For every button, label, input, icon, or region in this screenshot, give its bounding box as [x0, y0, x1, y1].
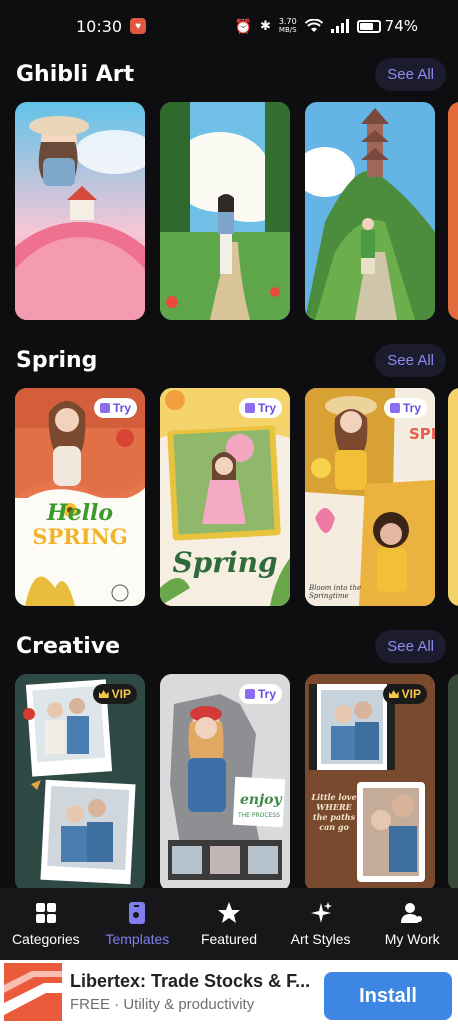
section-spring: Spring See All Hello SPRING Try Spring T… — [0, 340, 458, 606]
nav-item-art-styles[interactable]: Art Styles — [275, 888, 367, 960]
crown-icon — [98, 690, 109, 698]
template-thumbnail — [305, 102, 435, 320]
template-thumbnail — [15, 388, 145, 606]
template-card[interactable]: SPRING Bloom into the Springtime Try — [305, 388, 435, 606]
battery-indicator: 74% — [356, 17, 418, 35]
try-badge: Try — [238, 684, 282, 704]
wifi-icon — [304, 19, 323, 32]
battery-icon — [356, 19, 381, 33]
badge-label: VIP — [401, 687, 421, 701]
ad-banner[interactable]: Libertex: Trade Stocks & F... FREE · Uti… — [0, 960, 458, 1024]
card-carousel[interactable]: Hello SPRING Try Spring Try SP Bloom int… — [0, 388, 458, 606]
nav-item-categories[interactable]: Categories — [0, 888, 92, 960]
try-badge: Try — [238, 398, 282, 418]
heart-notification-icon: ♥ — [130, 18, 147, 34]
gift-icon — [389, 403, 400, 413]
card-caption: Little love WHERE the paths can go — [311, 792, 357, 832]
gift-icon — [99, 403, 110, 413]
template-card-peek[interactable] — [448, 102, 458, 320]
nav-label: Templates — [105, 931, 170, 947]
section-header: Ghibli Art See All — [0, 54, 458, 94]
section-title: Spring — [16, 347, 98, 373]
user-icon — [401, 903, 423, 923]
template-card[interactable] — [305, 102, 435, 320]
try-badge: Try — [383, 398, 427, 418]
status-icons: ⏰ ✱ 3.70 MB/S 74% — [235, 17, 419, 35]
section-header: Creative See All — [0, 626, 458, 666]
card-headline-top: Hello — [46, 500, 114, 526]
net-speed-value: 3.70 — [278, 17, 297, 26]
card-headline: Spring — [172, 546, 278, 579]
net-speed-unit: MB/S — [278, 26, 297, 34]
card-caption-top: enjoy — [240, 792, 282, 808]
nav-label: Art Styles — [290, 931, 351, 947]
alarm-icon: ⏰ — [234, 17, 252, 34]
nav-item-my-work[interactable]: My Work — [366, 888, 458, 960]
template-thumbnail — [15, 102, 145, 320]
template-card[interactable]: VIP — [15, 674, 145, 892]
card-headline-bottom: SPRING — [32, 524, 128, 549]
card-carousel[interactable]: VIP enjoy THE PROCESS Try Little love WH… — [0, 674, 458, 892]
nav-label: Featured — [200, 931, 257, 947]
nav-item-featured[interactable]: Featured — [183, 888, 275, 960]
section-header: Spring See All — [0, 340, 458, 380]
nav-label: My Work — [384, 931, 440, 947]
vip-badge: VIP — [92, 684, 137, 704]
battery-percent: 74% — [384, 17, 418, 35]
gift-icon — [244, 403, 255, 413]
ad-title: Libertex: Trade Stocks & F... — [70, 971, 311, 991]
ad-app-logo — [4, 963, 62, 1021]
template-card[interactable] — [160, 102, 290, 320]
badge-label: VIP — [111, 687, 131, 701]
star-icon — [217, 902, 240, 923]
status-time: 10:30 — [76, 16, 123, 36]
card-caption-bottom: THE PROCESS — [238, 812, 280, 819]
see-all-button[interactable]: See All — [375, 629, 446, 663]
template-card-peek[interactable] — [448, 388, 458, 606]
nav-label: Categories — [11, 931, 80, 947]
section-title: Ghibli Art — [16, 61, 135, 87]
template-card[interactable]: Spring Try — [160, 388, 290, 606]
template-thumbnail — [160, 102, 290, 320]
ad-subtitle: FREE · Utility & productivity — [70, 996, 255, 1013]
vip-badge: VIP — [382, 684, 427, 704]
template-thumbnail — [15, 674, 145, 892]
network-speed: 3.70 MB/S — [278, 17, 297, 35]
badge-label: Try — [257, 401, 276, 415]
sparkle-icon — [310, 902, 332, 923]
section-ghibli-art: Ghibli Art See All — [0, 54, 458, 320]
template-thumbnail — [305, 674, 435, 892]
badge-label: Try — [402, 401, 421, 415]
template-thumbnail — [160, 674, 290, 892]
see-all-button[interactable]: See All — [375, 343, 446, 377]
grid-icon — [35, 903, 56, 923]
template-card[interactable]: Little love WHERE the paths can go VIP — [305, 674, 435, 892]
nav-item-templates[interactable]: Templates — [92, 888, 184, 960]
badge-label: Try — [112, 401, 131, 415]
badge-label: Try — [257, 687, 276, 701]
bottom-navigation: Categories Templates Featured Art Styles… — [0, 888, 458, 960]
section-creative: Creative See All VIP enjoy THE PROCESS T… — [0, 626, 458, 892]
see-all-button[interactable]: See All — [375, 57, 446, 91]
card-caption: Bloom into the Springtime — [309, 584, 362, 600]
card-vertical-headline: SPRING — [409, 425, 435, 443]
template-card[interactable]: enjoy THE PROCESS Try — [160, 674, 290, 892]
template-card[interactable] — [15, 102, 145, 320]
template-thumbnail — [305, 388, 435, 606]
install-button[interactable]: Install — [324, 972, 452, 1020]
section-title: Creative — [16, 633, 121, 659]
bluetooth-icon: ✱ — [259, 18, 271, 33]
signal-icon — [330, 19, 349, 33]
try-badge: Try — [93, 398, 137, 418]
template-card[interactable]: Hello SPRING Try — [15, 388, 145, 606]
card-carousel[interactable] — [0, 102, 458, 320]
template-card-peek[interactable] — [448, 674, 458, 892]
status-bar: 10:30 ♥ ⏰ ✱ 3.70 MB/S 74% — [0, 0, 458, 52]
crown-icon — [388, 690, 399, 698]
gift-icon — [244, 689, 255, 699]
templates-icon — [129, 902, 146, 924]
